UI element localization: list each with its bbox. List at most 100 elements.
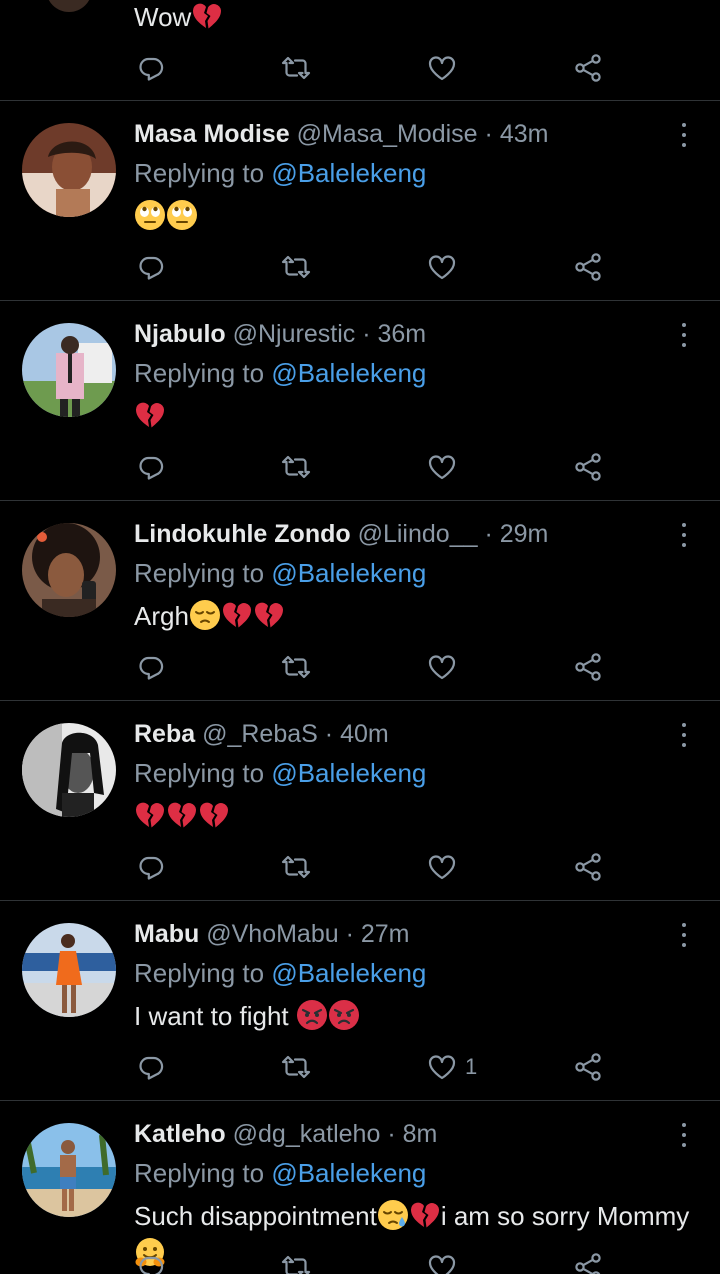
broken-heart-emoji [134,799,166,831]
mention-link[interactable]: @Balelekeng [271,558,426,588]
share-button[interactable] [573,849,603,885]
tweet-header: Katleho @dg_katleho · 8m [134,1119,437,1149]
share-button[interactable] [573,50,603,86]
retweet-button[interactable] [281,449,311,485]
tweet-text [134,397,694,435]
tweet-actions [0,249,720,285]
replying-prefix: Replying to [134,558,265,588]
share-button[interactable] [573,449,603,485]
user-handle[interactable]: @Masa_Modise [297,120,478,148]
avatar[interactable] [22,923,116,1017]
timestamp[interactable]: 40m [340,720,389,748]
tweet[interactable]: Njabulo @Njurestic · 36m Replying to @Ba… [0,301,720,501]
share-button[interactable] [573,649,603,685]
user-name[interactable]: Katleho [134,1120,226,1148]
avatar[interactable] [22,723,116,817]
tweet[interactable]: Reba @_RebaS · 40m Replying to @Baleleke… [0,701,720,901]
like-button[interactable]: 1 [427,1049,477,1085]
retweet-button[interactable] [281,50,311,86]
separator-dot: · [484,520,493,548]
user-name[interactable]: Masa Modise [134,120,290,148]
tweet-partial[interactable]: Wow [0,0,720,101]
mention-link[interactable]: @Balelekeng [271,158,426,188]
replying-to: Replying to @Balelekeng [134,558,426,588]
tweet-header: Lindokuhle Zondo @Liindo__ · 29m [134,519,548,549]
like-button[interactable] [427,449,465,485]
replying-prefix: Replying to [134,758,265,788]
separator-dot: · [324,720,334,748]
like-button[interactable] [427,649,465,685]
user-name[interactable]: Lindokuhle Zondo [134,520,351,548]
tweet-header: Njabulo @Njurestic · 36m [134,319,426,349]
retweet-icon [281,852,311,882]
user-handle[interactable]: @Njurestic [233,320,356,348]
tweet[interactable]: Mabu @VhoMabu · 27m Replying to @Balelek… [0,901,720,1101]
avatar[interactable] [22,323,116,417]
user-handle[interactable]: @_RebaS [202,720,318,748]
timestamp[interactable]: 43m [500,120,549,148]
replying-to: Replying to @Balelekeng [134,158,426,188]
like-button[interactable] [427,849,465,885]
reply-icon [136,1052,166,1082]
more-options-button[interactable] [676,523,692,549]
timestamp[interactable]: 29m [500,520,549,548]
timestamp[interactable]: 27m [361,920,410,948]
separator-dot: · [387,1120,396,1148]
timestamp[interactable]: 36m [377,320,426,348]
mention-link[interactable]: @Balelekeng [271,1158,426,1188]
share-button[interactable] [573,1049,603,1085]
mention-link[interactable]: @Balelekeng [271,958,426,988]
user-handle[interactable]: @VhoMabu [206,920,338,948]
user-name[interactable]: Mabu [134,920,199,948]
avatar[interactable] [22,1123,116,1217]
share-icon [573,1252,603,1274]
like-count: 1 [465,1054,478,1079]
mention-link[interactable]: @Balelekeng [271,758,426,788]
share-icon [573,53,603,83]
share-icon [573,452,603,482]
retweet-icon [281,652,311,682]
share-icon [573,1052,603,1082]
tweet-text-part: Such disappointment [134,1201,377,1231]
broken-heart-emoji [253,599,285,631]
more-options-button[interactable] [676,723,692,749]
user-handle[interactable]: @dg_katleho [233,1120,381,1148]
share-button[interactable] [573,1249,603,1274]
avatar[interactable] [22,123,116,217]
reply-button[interactable] [136,849,166,885]
timestamp[interactable]: 8m [403,1120,438,1148]
user-handle[interactable]: @Liindo__ [358,520,478,548]
share-icon [573,852,603,882]
tweet[interactable]: Katleho @dg_katleho · 8m Replying to @Ba… [0,1101,720,1274]
tweet-actions [0,50,720,86]
more-options-button[interactable] [676,323,692,349]
tweet[interactable]: Masa Modise @Masa_Modise · 43m Replying … [0,101,720,301]
user-name[interactable]: Reba [134,720,195,748]
more-options-button[interactable] [676,123,692,149]
like-button[interactable] [427,50,457,86]
reply-button[interactable] [136,249,166,285]
like-button[interactable] [427,1249,465,1274]
user-name[interactable]: Njabulo [134,320,226,348]
reply-button[interactable] [136,1249,166,1274]
avatar[interactable] [46,0,92,12]
reply-button[interactable] [136,649,166,685]
avatar[interactable] [22,523,116,617]
retweet-button[interactable] [281,249,311,285]
retweet-button[interactable] [281,1049,311,1085]
tweet-text: Argh [134,597,694,635]
share-button[interactable] [573,249,603,285]
more-options-button[interactable] [676,1123,692,1149]
like-button[interactable] [427,249,465,285]
retweet-button[interactable] [281,1249,311,1274]
more-options-button[interactable] [676,923,692,949]
replying-prefix: Replying to [134,958,265,988]
retweet-button[interactable] [281,849,311,885]
mention-link[interactable]: @Balelekeng [271,358,426,388]
reply-button[interactable] [136,50,166,86]
retweet-button[interactable] [281,649,311,685]
tweet[interactable]: Lindokuhle Zondo @Liindo__ · 29m Replyin… [0,501,720,701]
reply-button[interactable] [136,1049,166,1085]
reply-button[interactable] [136,449,166,485]
tweet-text [134,797,694,835]
